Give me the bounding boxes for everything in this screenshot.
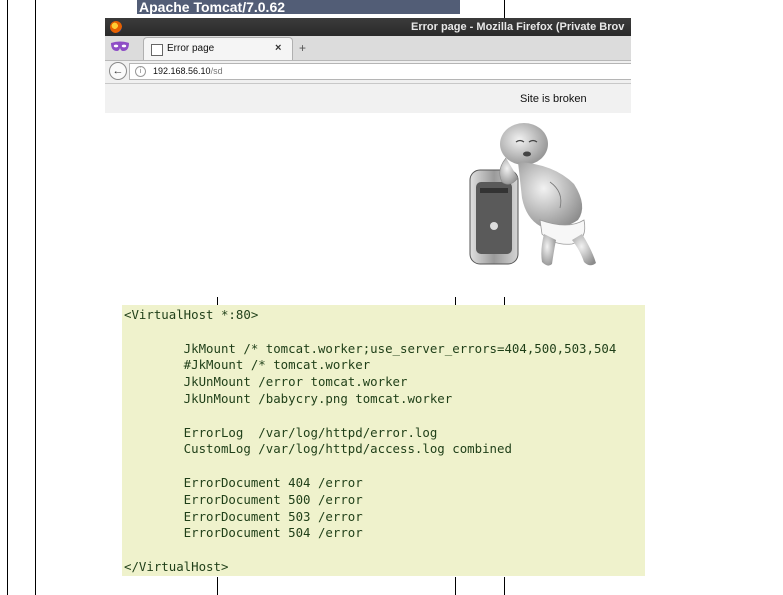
site-info-icon[interactable]: i [135,66,146,77]
code-line: JkMount /* tomcat.worker;use_server_erro… [124,340,617,356]
code-listing: <VirtualHost *:80> JkMount /* tomcat.wor… [122,305,645,576]
page-border-inner [35,0,36,595]
code-line: <VirtualHost *:80> [124,307,259,322]
url-bar[interactable]: i 192.168.56.10/sd [129,63,631,80]
code-line: JkUnMount /babycry.png tomcat.worker [124,390,453,406]
tab-strip: Error page × + [105,36,631,61]
url-host: 192.168.56.10 [153,66,211,76]
window-title: Error page - Mozilla Firefox (Private Br… [411,21,625,33]
table-divider [217,577,218,595]
firefox-logo-icon [110,21,122,33]
code-line: </VirtualHost> [124,558,229,574]
code-line: ErrorDocument 504 /error [124,525,363,541]
firefox-window-screenshot: Error page - Mozilla Firefox (Private Br… [105,18,631,113]
table-divider [504,297,505,305]
crying-baby-image [456,122,620,272]
code-line: CustomLog /var/log/httpd/access.log comb… [124,441,512,457]
code-line: ErrorDocument 404 /error [124,474,363,490]
table-divider [504,577,505,595]
code-line: #JkMount /* tomcat.worker [124,357,371,373]
code-line: ErrorDocument 503 /error [124,508,363,524]
tab-error-page[interactable]: Error page × [143,37,293,60]
page-favicon-icon [151,44,163,56]
back-button[interactable]: ← [109,62,127,80]
table-divider [217,297,218,305]
new-tab-icon[interactable]: + [299,41,306,55]
tomcat-version-banner: Apache Tomcat/7.0.62 [137,0,460,14]
page-border-left [7,0,8,595]
code-line: ErrorDocument 500 /error [124,491,363,507]
table-divider [504,0,505,18]
navigation-bar: ← i 192.168.56.10/sd [105,61,631,84]
private-browsing-mask-icon [110,41,130,53]
table-divider [455,297,456,305]
code-line: JkUnMount /error tomcat.worker [124,374,408,390]
url-path: /sd [210,66,223,76]
url-text: 192.168.56.10/sd [153,65,223,78]
code-line: ErrorLog /var/log/httpd/error.log [124,424,438,440]
site-broken-message: Site is broken [520,93,587,105]
tab-label: Error page [167,43,215,54]
page-content: Site is broken [105,84,631,113]
close-tab-icon[interactable]: × [275,42,281,54]
table-divider [455,577,456,595]
apache-virtualhost-config: <VirtualHost *:80> JkMount /* tomcat.wor… [122,305,645,576]
window-titlebar: Error page - Mozilla Firefox (Private Br… [105,18,631,36]
